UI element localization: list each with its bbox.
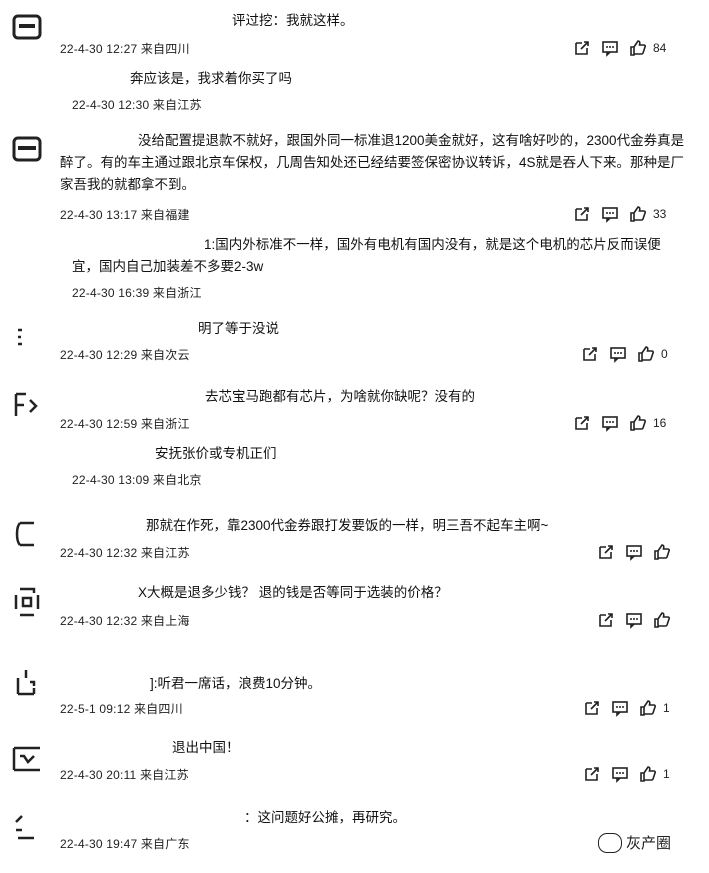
comment-icon[interactable]	[611, 765, 629, 783]
avatar[interactable]	[10, 320, 44, 354]
comment-icon[interactable]	[601, 205, 619, 223]
like-count: 33	[653, 207, 667, 221]
share-icon[interactable]	[573, 205, 591, 223]
comment-meta: 22-4-30 12:27 来自四川	[60, 42, 190, 56]
share-icon[interactable]	[597, 611, 615, 629]
watermark: 灰产圈	[598, 832, 671, 853]
comment-actions: 16	[573, 413, 666, 433]
avatar[interactable]	[10, 132, 44, 166]
comment-text: 明了等于没说	[198, 321, 279, 336]
share-icon[interactable]	[583, 699, 601, 717]
share-icon[interactable]	[581, 345, 599, 363]
avatar[interactable]	[10, 810, 44, 844]
comment-text: ]:听君一席话，浪费10分钟。	[150, 676, 322, 691]
share-icon[interactable]	[573, 39, 591, 57]
comment-actions: 33	[573, 204, 666, 224]
avatar[interactable]	[10, 517, 44, 551]
share-icon[interactable]	[573, 414, 591, 432]
comment-actions	[597, 542, 671, 562]
comment-text: X大概是退多少钱？ 退的钱是否等同于选装的价格？	[138, 585, 448, 600]
comment-icon[interactable]	[609, 345, 627, 363]
comment-actions: 1	[583, 698, 670, 718]
comment-meta: 22-4-30 13:17 来自福建	[60, 208, 190, 222]
comment-text: 退出中国！	[172, 740, 240, 755]
comment-icon[interactable]	[625, 611, 643, 629]
comment-actions: 84	[573, 38, 666, 58]
comment-meta: 22-4-30 12:29 来自次云	[60, 348, 190, 362]
comment-text: 那就在作死，靠2300代金券跟打发要饭的一样，明三吾不起车主啊~	[146, 518, 549, 533]
comment-thread: 评过挖：我就这样。 22-4-30 12:27 来自四川 84 奔应该是，我求着…	[0, 0, 709, 873]
reply-text: 安抚张价或专机正们	[155, 446, 277, 461]
comment-meta: 22-4-30 19:47 来自广东	[60, 837, 190, 851]
avatar[interactable]	[10, 388, 44, 422]
comment-text: 去芯宝马跑都有芯片，为啥就你缺呢？没有的	[205, 389, 475, 404]
wechat-icon	[598, 832, 622, 853]
like-icon[interactable]	[637, 345, 655, 363]
comment-meta: 22-4-30 12:32 来自上海	[60, 614, 190, 628]
comment-actions: 0	[581, 344, 668, 364]
comment-icon[interactable]	[601, 414, 619, 432]
reply-text: 1:国内外标准不一样，国外有电机有国内没有，就是这个电机的芯片反而误便宜，国内自…	[72, 237, 661, 274]
comment-text: ：这问题好公摊，再研究。	[244, 810, 406, 825]
comment-meta: 22-4-30 20:11 来自江苏	[60, 768, 189, 782]
avatar[interactable]	[10, 10, 44, 44]
reply-meta: 22-4-30 16:39 来自浙江	[72, 286, 202, 300]
watermark-text: 灰产圈	[626, 835, 672, 852]
like-icon[interactable]	[639, 699, 657, 717]
comment-icon[interactable]	[611, 699, 629, 717]
like-count: 0	[661, 347, 668, 361]
comment-text: 评过挖：我就这样。	[232, 13, 354, 28]
reply-meta: 22-4-30 12:30 来自江苏	[72, 98, 202, 112]
like-count: 84	[653, 41, 667, 55]
like-icon[interactable]	[629, 39, 647, 57]
like-icon[interactable]	[639, 765, 657, 783]
comment-meta: 22-4-30 12:59 来自浙江	[60, 417, 190, 431]
avatar[interactable]	[10, 668, 44, 702]
like-count: 16	[653, 416, 667, 430]
share-icon[interactable]	[597, 543, 615, 561]
reply-text: 奔应该是，我求着你买了吗	[130, 71, 292, 86]
comment-meta: 22-5-1 09:12 来自四川	[60, 702, 183, 716]
avatar[interactable]	[10, 585, 44, 619]
comment-actions: 1	[583, 764, 670, 784]
comment-text: 没给配置提退款不就好，跟国外同一标准退1200美金就好，这有啥好吵的，2300代…	[60, 133, 685, 192]
like-count: 1	[663, 701, 670, 715]
comment-icon[interactable]	[625, 543, 643, 561]
like-icon[interactable]	[629, 205, 647, 223]
like-icon[interactable]	[629, 414, 647, 432]
share-icon[interactable]	[583, 765, 601, 783]
like-icon[interactable]	[653, 611, 671, 629]
like-icon[interactable]	[653, 543, 671, 561]
comment-icon[interactable]	[601, 39, 619, 57]
avatar[interactable]	[10, 742, 44, 776]
reply-meta: 22-4-30 13:09 来自北京	[72, 473, 202, 487]
comment-actions	[597, 610, 671, 630]
comment-meta: 22-4-30 12:32 来自江苏	[60, 546, 190, 560]
like-count: 1	[663, 767, 670, 781]
